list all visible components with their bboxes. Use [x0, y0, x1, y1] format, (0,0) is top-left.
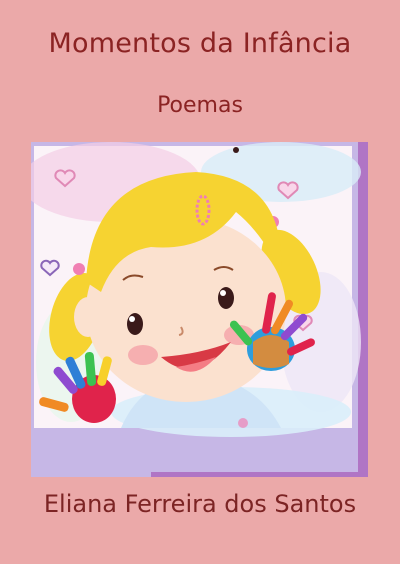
cover-illustration	[21, 142, 368, 477]
book-author: Eliana Ferreira dos Santos	[43, 490, 357, 518]
right-eye	[218, 287, 234, 309]
book-subtitle: Poemas	[157, 93, 243, 118]
book-title: Momentos da Infância	[48, 28, 352, 59]
left-eye	[127, 313, 143, 335]
purple-frame-edge	[358, 142, 368, 477]
